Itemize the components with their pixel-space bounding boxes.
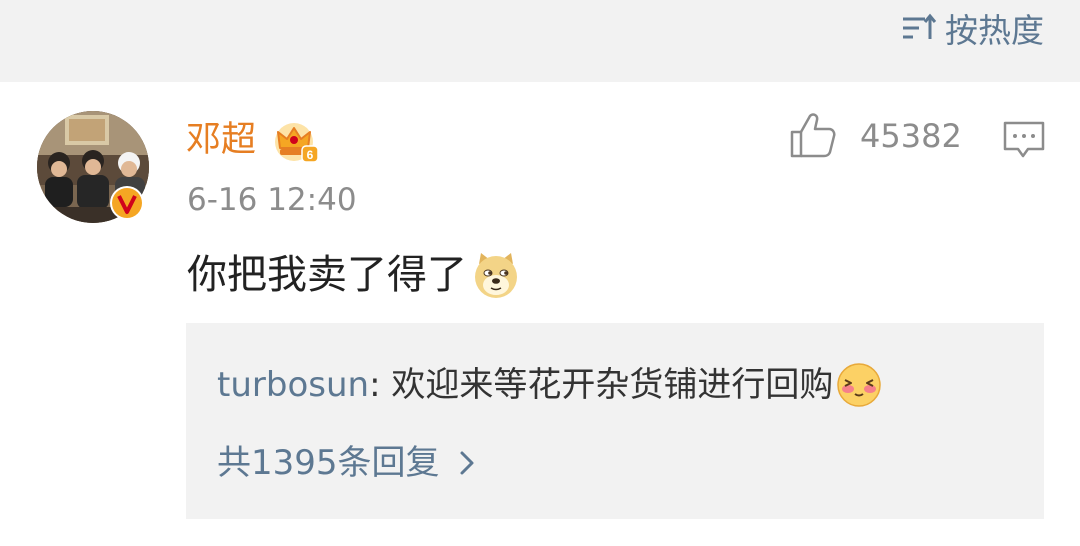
author-name[interactable]: 邓超 xyxy=(186,118,256,162)
reply-preview-panel: turbosun : 欢迎来等花开杂货铺进行回购 共1395条回复 xyxy=(186,323,1044,519)
like-thumb-icon[interactable] xyxy=(788,110,838,160)
sort-label: 按热度 xyxy=(945,11,1044,50)
chevron-right-icon xyxy=(460,451,474,475)
comment-reply-icon[interactable] xyxy=(1002,120,1046,160)
comment-body: 你把我卖了得了 xyxy=(187,248,521,302)
shy-emoji xyxy=(837,363,882,407)
like-count: 45382 xyxy=(860,117,962,155)
reply-username[interactable]: turbosun xyxy=(217,361,369,409)
comment-text: 你把我卖了得了 xyxy=(187,252,467,298)
svg-text:6: 6 xyxy=(307,148,314,162)
comment-timestamp: 6-16 12:40 xyxy=(187,182,357,218)
crown-badge-icon: 6 xyxy=(275,123,319,163)
sort-by-hot-button[interactable]: 按热度 xyxy=(901,8,1044,50)
reply-text: 欢迎来等花开杂货铺进行回购 xyxy=(391,365,834,405)
more-replies-label: 共1395条回复 xyxy=(217,443,440,483)
view-all-replies-link[interactable]: 共1395条回复 xyxy=(217,439,476,487)
comment-item: 邓超 6 6-16 12:40 45382 你把我卖了得了 turbosun:… xyxy=(0,82,1080,546)
verified-v-icon xyxy=(110,186,144,220)
sort-bar: 按热度 xyxy=(0,0,1080,82)
reply-preview: turbosun : 欢迎来等花开杂货铺进行回购 xyxy=(217,361,883,409)
doge-emoji xyxy=(475,253,517,298)
sort-icon xyxy=(903,13,937,39)
reply-separator: : xyxy=(369,365,392,405)
